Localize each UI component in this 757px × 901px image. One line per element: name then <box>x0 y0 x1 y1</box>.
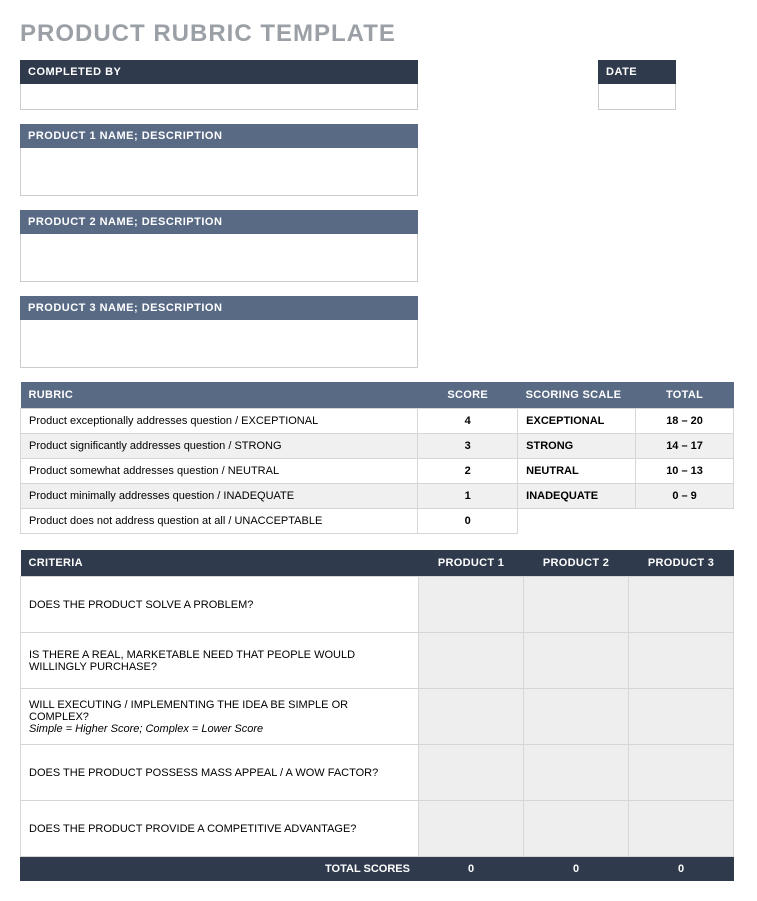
score-input-p2[interactable] <box>524 689 629 745</box>
score-input-p1[interactable] <box>419 745 524 801</box>
rubric-header-scale: SCORING SCALE <box>518 382 636 409</box>
product3-label: PRODUCT 3 NAME; DESCRIPTION <box>20 296 418 320</box>
score-input-p3[interactable] <box>629 633 734 689</box>
total-score-p3: 0 <box>629 857 734 881</box>
table-row: Product somewhat addresses question / NE… <box>21 459 734 484</box>
table-row: WILL EXECUTING / IMPLEMENTING THE IDEA B… <box>21 689 734 745</box>
rubric-scale: INADEQUATE <box>518 484 636 509</box>
rubric-label: Product exceptionally addresses question… <box>21 409 418 434</box>
date-label: DATE <box>598 60 676 84</box>
score-input-p1[interactable] <box>419 801 524 857</box>
rubric-table: RUBRIC SCORE SCORING SCALE TOTAL Product… <box>20 382 734 534</box>
page-title: PRODUCT RUBRIC TEMPLATE <box>20 20 737 48</box>
criteria-text: DOES THE PRODUCT PROVIDE A COMPETITIVE A… <box>21 801 419 857</box>
score-input-p2[interactable] <box>524 633 629 689</box>
rubric-total: 14 – 17 <box>636 434 734 459</box>
score-input-p3[interactable] <box>629 745 734 801</box>
score-input-p2[interactable] <box>524 745 629 801</box>
rubric-scale <box>518 509 636 534</box>
score-input-p1[interactable] <box>419 577 524 633</box>
table-row: Product does not address question at all… <box>21 509 734 534</box>
table-row: DOES THE PRODUCT PROVIDE A COMPETITIVE A… <box>21 801 734 857</box>
score-input-p1[interactable] <box>419 689 524 745</box>
table-row: DOES THE PRODUCT POSSESS MASS APPEAL / A… <box>21 745 734 801</box>
criteria-header: CRITERIA <box>21 550 419 577</box>
rubric-total: 0 – 9 <box>636 484 734 509</box>
rubric-label: Product somewhat addresses question / NE… <box>21 459 418 484</box>
date-input[interactable] <box>598 84 676 110</box>
criteria-text: IS THERE A REAL, MARKETABLE NEED THAT PE… <box>21 633 419 689</box>
date-field: DATE <box>598 60 676 110</box>
product2-input[interactable] <box>20 234 418 282</box>
rubric-score: 0 <box>418 509 518 534</box>
rubric-total: 18 – 20 <box>636 409 734 434</box>
rubric-score: 4 <box>418 409 518 434</box>
table-row: Product minimally addresses question / I… <box>21 484 734 509</box>
table-row: IS THERE A REAL, MARKETABLE NEED THAT PE… <box>21 633 734 689</box>
score-input-p1[interactable] <box>419 633 524 689</box>
rubric-label: Product significantly addresses question… <box>21 434 418 459</box>
score-input-p2[interactable] <box>524 577 629 633</box>
product3-input[interactable] <box>20 320 418 368</box>
criteria-header-p1: PRODUCT 1 <box>419 550 524 577</box>
completed-by-field: COMPLETED BY <box>20 60 418 110</box>
score-input-p2[interactable] <box>524 801 629 857</box>
criteria-text: DOES THE PRODUCT SOLVE A PROBLEM? <box>21 577 419 633</box>
rubric-header-total: TOTAL <box>636 382 734 409</box>
product2-label: PRODUCT 2 NAME; DESCRIPTION <box>20 210 418 234</box>
completed-by-label: COMPLETED BY <box>20 60 418 84</box>
rubric-scale: EXCEPTIONAL <box>518 409 636 434</box>
rubric-header-score: SCORE <box>418 382 518 409</box>
score-input-p3[interactable] <box>629 689 734 745</box>
product1-input[interactable] <box>20 148 418 196</box>
product1-field: PRODUCT 1 NAME; DESCRIPTION <box>20 124 418 196</box>
rubric-header-rubric: RUBRIC <box>21 382 418 409</box>
table-row: DOES THE PRODUCT SOLVE A PROBLEM? <box>21 577 734 633</box>
rubric-label: Product minimally addresses question / I… <box>21 484 418 509</box>
rubric-label: Product does not address question at all… <box>21 509 418 534</box>
total-scores-row: TOTAL SCORES 0 0 0 <box>21 857 734 881</box>
completed-by-input[interactable] <box>20 84 418 110</box>
rubric-scale: NEUTRAL <box>518 459 636 484</box>
rubric-total <box>636 509 734 534</box>
rubric-score: 1 <box>418 484 518 509</box>
criteria-text: WILL EXECUTING / IMPLEMENTING THE IDEA B… <box>21 689 419 745</box>
table-row: Product exceptionally addresses question… <box>21 409 734 434</box>
total-scores-label: TOTAL SCORES <box>21 857 419 881</box>
rubric-score: 2 <box>418 459 518 484</box>
product2-field: PRODUCT 2 NAME; DESCRIPTION <box>20 210 418 282</box>
score-input-p3[interactable] <box>629 577 734 633</box>
rubric-total: 10 – 13 <box>636 459 734 484</box>
table-row: Product significantly addresses question… <box>21 434 734 459</box>
total-score-p2: 0 <box>524 857 629 881</box>
criteria-header-p2: PRODUCT 2 <box>524 550 629 577</box>
criteria-text: DOES THE PRODUCT POSSESS MASS APPEAL / A… <box>21 745 419 801</box>
rubric-score: 3 <box>418 434 518 459</box>
rubric-scale: STRONG <box>518 434 636 459</box>
product3-field: PRODUCT 3 NAME; DESCRIPTION <box>20 296 418 368</box>
total-score-p1: 0 <box>419 857 524 881</box>
criteria-table: CRITERIA PRODUCT 1 PRODUCT 2 PRODUCT 3 D… <box>20 550 734 881</box>
product1-label: PRODUCT 1 NAME; DESCRIPTION <box>20 124 418 148</box>
criteria-header-p3: PRODUCT 3 <box>629 550 734 577</box>
score-input-p3[interactable] <box>629 801 734 857</box>
